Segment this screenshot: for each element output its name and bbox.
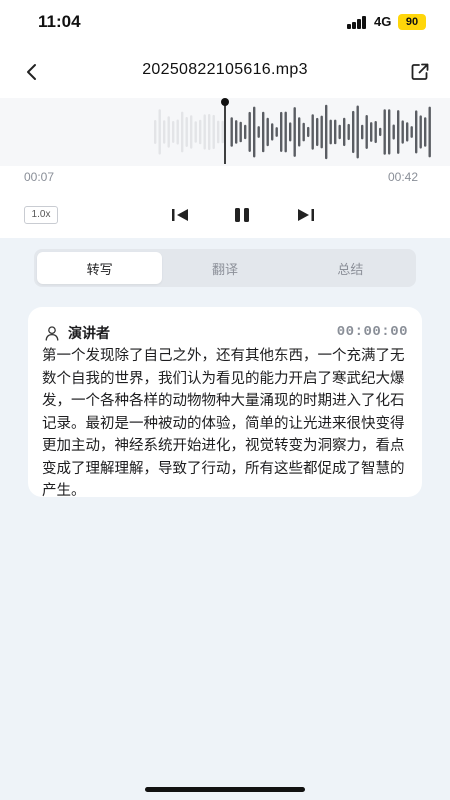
home-indicator (145, 787, 305, 792)
waveform-bar (181, 111, 184, 153)
player-panel: 11:04 4G 90 20250822105616.mp3 00:07 00:… (0, 0, 450, 238)
waveform-bar (266, 117, 269, 147)
waveform-bar (239, 121, 242, 143)
waveform-bar (302, 122, 305, 142)
next-button[interactable] (294, 203, 318, 227)
status-bar: 11:04 4G 90 (0, 0, 450, 46)
waveform-bar (203, 114, 206, 150)
skip-forward-icon (298, 209, 314, 221)
waveform-bar (428, 106, 431, 158)
waveform-bar (424, 117, 427, 147)
waveform-bar (248, 111, 251, 152)
waveform-bar (320, 115, 323, 149)
view-tabs: 转写 翻译 总结 (34, 249, 416, 287)
waveform-bar (329, 119, 332, 145)
transcript-card: 演讲者 00:00:00 第一个发现除了自己之外，还有其他东西，一个充满了无数个… (28, 307, 422, 499)
waveform-bar (280, 111, 283, 152)
waveform-bar (388, 109, 391, 155)
pause-button[interactable] (230, 203, 254, 227)
waveform-bar (397, 110, 400, 154)
playback-speed-button[interactable]: 1.0x (24, 206, 58, 224)
waveform-bar (221, 120, 224, 144)
status-time: 11:04 (38, 12, 81, 31)
total-time: 00:42 (388, 170, 419, 184)
waveform-bar (365, 115, 368, 149)
waveform-bar (383, 109, 386, 155)
waveform-bar (208, 114, 211, 151)
waveform-bar (176, 119, 179, 145)
waveform-bar (253, 106, 256, 158)
waveform-bar (406, 122, 409, 142)
tab-transcribe[interactable]: 转写 (37, 252, 163, 284)
nav-bar: 20250822105616.mp3 (0, 52, 450, 92)
pause-icon (235, 208, 249, 222)
tab-translate[interactable]: 翻译 (162, 252, 287, 284)
waveform-bar (172, 121, 175, 143)
transcript-text: 第一个发现除了自己之外，还有其他东西，一个充满了无数个自我的世界，我们认为看见的… (42, 348, 405, 499)
waveform-bar (244, 124, 247, 140)
waveform-bar (158, 109, 161, 155)
file-title: 20250822105616.mp3 (142, 61, 308, 78)
waveform-bar (307, 126, 310, 138)
waveform-bar (185, 117, 188, 147)
chevron-left-icon (27, 64, 36, 80)
skip-back-icon (172, 209, 188, 221)
waveform-bar (311, 114, 314, 150)
waveform-bar (316, 117, 319, 147)
waveform-bar (370, 122, 373, 142)
waveform-bar (163, 120, 166, 144)
share-icon (411, 63, 429, 80)
waveform-bar (271, 123, 274, 141)
waveform-bar (284, 111, 287, 153)
waveform-bar (230, 117, 233, 147)
signal-icon (347, 16, 369, 29)
previous-button[interactable] (168, 203, 192, 227)
waveform-bar (257, 126, 260, 138)
waveform-bar (167, 116, 170, 148)
waveform-bar (190, 115, 193, 149)
waveform-bar (379, 127, 382, 137)
waveform-bar (338, 124, 341, 140)
waveform-bar (212, 114, 215, 150)
waveform-bar (298, 117, 301, 147)
waveform-bar (293, 107, 296, 157)
waveform-bar (289, 122, 292, 142)
waveform-bar (356, 105, 359, 159)
tab-summary[interactable]: 总结 (288, 252, 413, 284)
waveform-bar (347, 123, 350, 141)
waveform-bar (343, 117, 346, 147)
waveform-bar (217, 120, 220, 144)
waveform-bar (154, 120, 157, 144)
segment-timestamp[interactable]: 00:00:00 (337, 324, 408, 340)
waveform-bar (419, 115, 422, 149)
waveform-bar (235, 120, 238, 144)
waveform-bar (401, 120, 404, 144)
waveform-bar (374, 121, 377, 144)
playhead-handle[interactable] (221, 98, 229, 106)
back-button[interactable] (18, 58, 46, 86)
waveform-bar (325, 104, 328, 160)
battery-icon: 90 (398, 14, 426, 30)
waveform-graph[interactable] (0, 98, 450, 166)
waveform-bar (334, 119, 337, 145)
waveform[interactable] (0, 98, 450, 166)
share-button[interactable] (406, 58, 434, 86)
waveform-bar (275, 127, 278, 137)
waveform-bar (392, 124, 395, 140)
waveform-bar (415, 110, 418, 154)
user-icon (45, 326, 59, 341)
waveform-bar (361, 124, 364, 140)
current-time: 00:07 (24, 170, 55, 184)
speaker-name: 演讲者 (68, 326, 110, 342)
waveform-bar (262, 111, 265, 153)
waveform-bar (352, 110, 355, 154)
waveform-bar (194, 121, 197, 143)
speaker-row: 演讲者 00:00:00 (44, 323, 408, 343)
network-type: 4G (374, 14, 392, 29)
waveform-bar (410, 126, 413, 138)
waveform-bar (199, 119, 202, 145)
